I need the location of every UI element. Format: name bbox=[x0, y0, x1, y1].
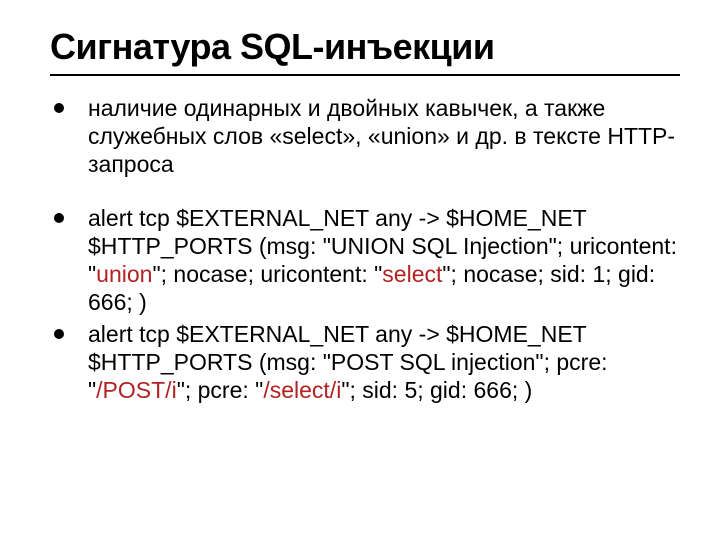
list-item: alert tcp $EXTERNAL_NET any -> $HOME_NET… bbox=[50, 320, 680, 404]
rule-text-part: "; pcre: " bbox=[177, 377, 264, 403]
slide: Сигнатура SQL-инъекции наличие одинарных… bbox=[0, 0, 720, 540]
title-underline bbox=[50, 74, 680, 76]
rule-text-part: "; nocase; uricontent: " bbox=[152, 261, 382, 287]
rule-text-part: "; sid: 5; gid: 666; ) bbox=[341, 377, 532, 403]
keyword-union: union bbox=[96, 261, 152, 287]
bullet-text: наличие одинарных и двойных кавычек, а т… bbox=[88, 95, 675, 177]
slide-title: Сигнатура SQL-инъекции bbox=[50, 26, 680, 68]
list-item: alert tcp $EXTERNAL_NET any -> $HOME_NET… bbox=[50, 204, 680, 316]
keyword-post-regex: /POST/i bbox=[96, 377, 177, 403]
keyword-select: select bbox=[382, 261, 442, 287]
keyword-select-regex: /select/i bbox=[263, 377, 341, 403]
list-item: наличие одинарных и двойных кавычек, а т… bbox=[50, 94, 680, 178]
bullet-list: наличие одинарных и двойных кавычек, а т… bbox=[50, 94, 680, 404]
